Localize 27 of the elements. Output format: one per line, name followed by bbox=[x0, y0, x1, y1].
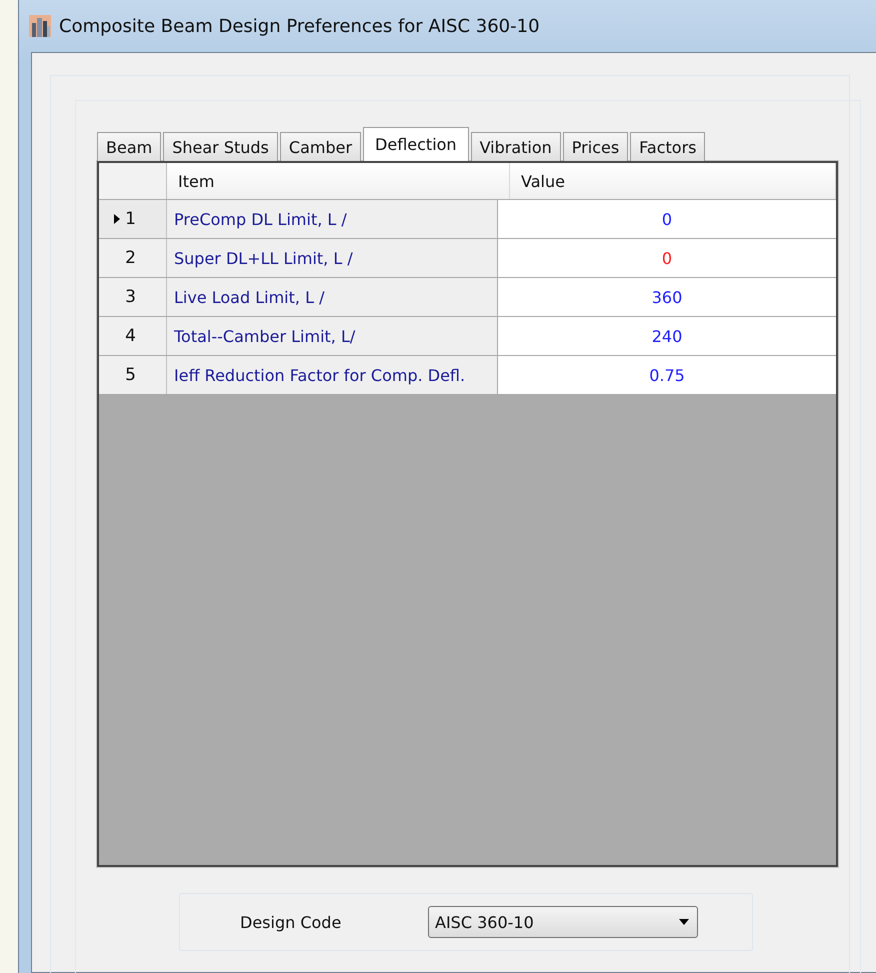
table-cell: PreComp DL Limit, L / bbox=[167, 200, 498, 238]
table-cell[interactable]: 360 bbox=[498, 278, 836, 316]
table-cell[interactable]: 240 bbox=[498, 317, 836, 355]
row-header[interactable]: 4 bbox=[99, 317, 167, 355]
design-code-dropdown[interactable]: AISC 360-10 bbox=[428, 906, 698, 938]
field-label: Design Code bbox=[240, 912, 342, 932]
table-cell: Super DL+LL Limit, L / bbox=[167, 239, 498, 277]
table-cell: Ieff Reduction Factor for Comp. Defl. bbox=[167, 356, 498, 394]
tab[interactable]: Vibration bbox=[470, 132, 561, 161]
row-header[interactable]: 3 bbox=[99, 278, 167, 316]
row-header[interactable]: 2 bbox=[99, 239, 167, 277]
tab[interactable]: Deflection bbox=[363, 127, 469, 161]
window-title: Composite Beam Design Preferences for AISC 360-10 bbox=[59, 16, 540, 36]
table-cell[interactable]: 0 bbox=[498, 239, 836, 277]
table-cell: Total--Camber Limit, L/ bbox=[167, 317, 498, 355]
row-header[interactable]: 5 bbox=[99, 356, 167, 394]
tab[interactable]: Prices bbox=[562, 132, 628, 161]
table-cell[interactable]: 0.75 bbox=[498, 356, 836, 394]
row-header[interactable]: 1 bbox=[99, 200, 167, 238]
table-cell: Live Load Limit, L / bbox=[167, 278, 498, 316]
tab[interactable]: Camber bbox=[280, 132, 362, 161]
column-header[interactable]: Value bbox=[510, 163, 836, 199]
tab[interactable]: Factors bbox=[630, 132, 706, 161]
column-header[interactable]: Item bbox=[167, 163, 510, 199]
tab[interactable]: Shear Studs bbox=[163, 132, 278, 161]
table-cell[interactable]: 0 bbox=[498, 200, 836, 238]
tab[interactable]: Beam bbox=[97, 132, 162, 161]
